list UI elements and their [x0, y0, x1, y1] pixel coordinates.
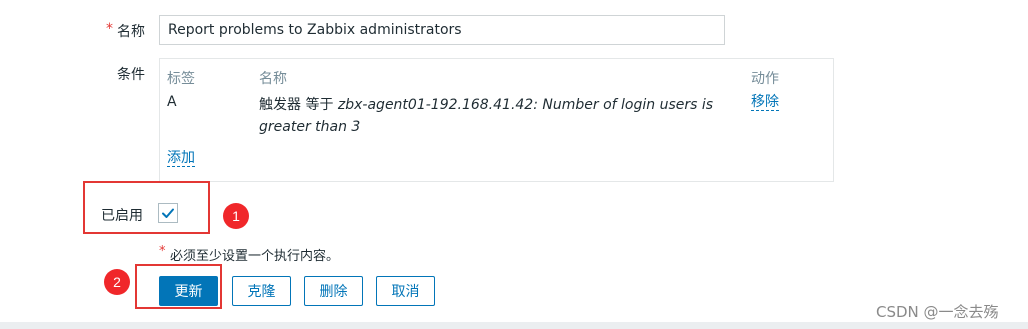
footer-bar	[0, 322, 1028, 329]
delete-button[interactable]: 删除	[304, 276, 363, 306]
name-label: 名称	[117, 24, 145, 40]
clone-button[interactable]: 克隆	[232, 276, 291, 306]
remove-condition-link[interactable]: 移除	[751, 94, 779, 111]
note-text: 必须至少设置一个执行内容。	[170, 249, 340, 264]
required-mark: *	[106, 21, 113, 37]
column-header-action: 动作	[751, 71, 779, 87]
column-header-label: 标签	[167, 71, 195, 87]
enabled-checkbox[interactable]	[158, 203, 178, 223]
step-badge-1: 1	[223, 203, 249, 229]
watermark: CSDN @一念去殇	[876, 303, 999, 321]
column-header-name: 名称	[259, 71, 287, 87]
condition-value-line1: zbx-agent01-192.168.41.42: Number of log…	[337, 97, 714, 113]
name-input[interactable]	[159, 15, 725, 45]
cancel-button[interactable]: 取消	[376, 276, 435, 306]
add-condition-link[interactable]: 添加	[167, 150, 195, 167]
checkmark-icon	[162, 208, 174, 218]
condition-type: 触发器 等于	[259, 97, 338, 113]
condition-value-line2: greater than 3	[259, 119, 361, 135]
conditions-table: 标签 名称 动作 A 触发器 等于 zbx-agent01-192.168.41…	[159, 58, 834, 182]
update-button[interactable]: 更新	[159, 276, 218, 306]
condition-description: 触发器 等于 zbx-agent01-192.168.41.42: Number…	[259, 94, 729, 138]
condition-label: A	[167, 94, 177, 110]
table-row: A 触发器 等于 zbx-agent01-192.168.41.42: Numb…	[160, 94, 833, 138]
step-badge-2: 2	[104, 269, 130, 295]
enabled-label: 已启用	[101, 208, 143, 224]
note-required-mark: *	[159, 244, 166, 259]
conditions-label: 条件	[117, 67, 145, 83]
